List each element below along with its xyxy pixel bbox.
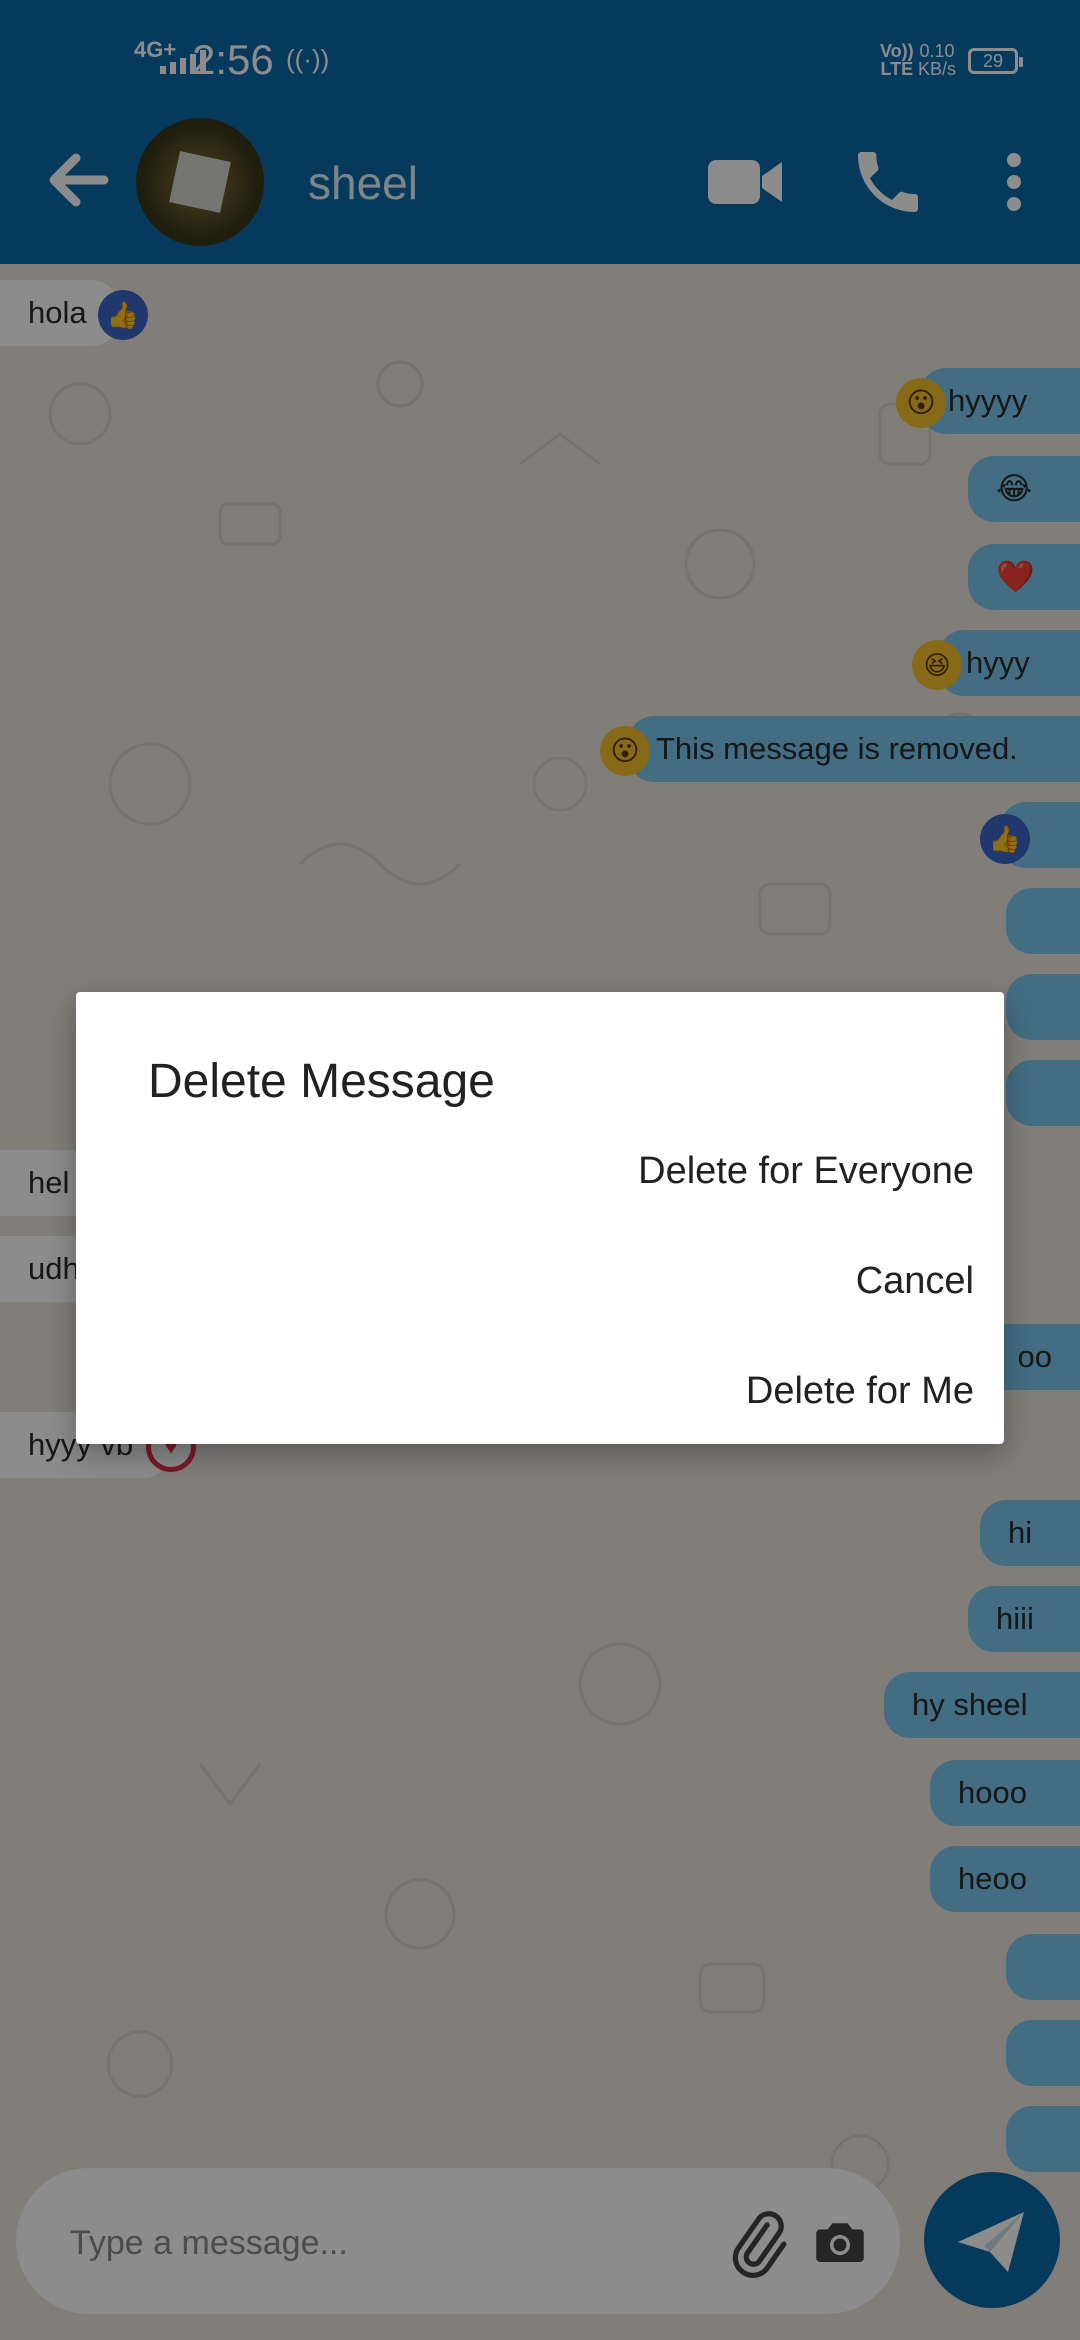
dialog-title: Delete Message	[148, 1055, 495, 1108]
delete-for-me-button[interactable]: Delete for Me	[746, 1360, 974, 1423]
cancel-button[interactable]: Cancel	[856, 1250, 974, 1313]
delete-for-everyone-button[interactable]: Delete for Everyone	[638, 1140, 974, 1203]
delete-message-dialog: Delete Message Delete for Everyone Cance…	[76, 992, 1004, 1444]
